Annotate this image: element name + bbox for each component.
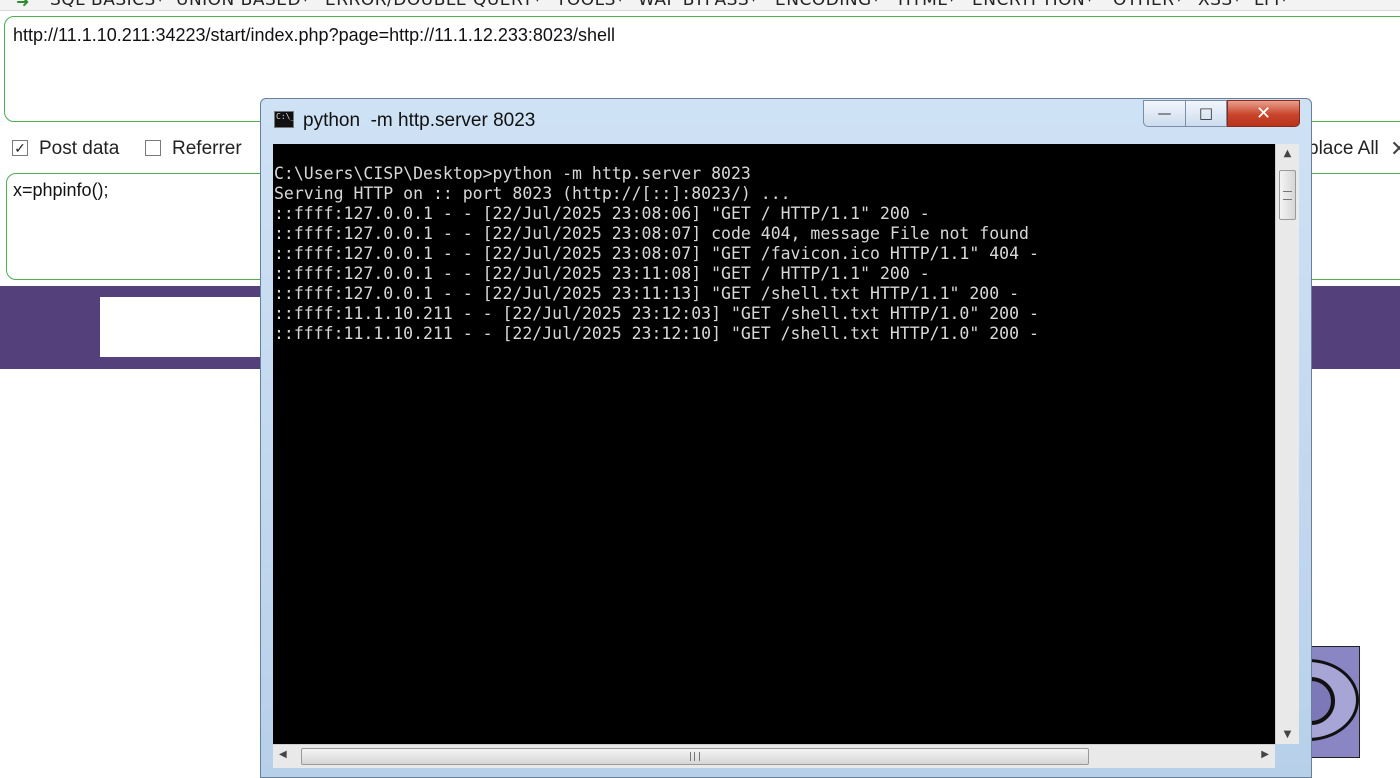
maximize-icon: □ [1198,104,1214,122]
menu-label: ENCRYPTION [972,0,1086,10]
scroll-right-arrow-icon[interactable]: ▶ [1261,749,1269,760]
post-data-checkbox[interactable]: ✓ [12,140,28,156]
console-line: ::ffff:127.0.0.1 - - [22/Jul/2025 23:08:… [274,204,930,223]
menu-label: XSS [1198,0,1233,10]
caret-icon: ▾ [617,0,623,5]
post-data-label[interactable]: Post data [39,138,119,160]
console-line: C:\Users\CISP\Desktop>python -m http.ser… [274,164,751,183]
menu-other[interactable]: OTHER ▾ [1113,0,1182,10]
console-output[interactable]: C:\Users\CISP\Desktop>python -m http.ser… [273,144,1275,744]
caret-icon: ▾ [1281,0,1287,5]
horizontal-scrollbar[interactable]: ◀ ▶ [273,744,1275,768]
caret-icon: ▾ [1087,0,1093,5]
vertical-scroll-thumb[interactable] [1279,170,1296,220]
caret-icon: ▾ [873,0,879,5]
caret-icon: ▾ [751,0,757,5]
menu-error-double-query[interactable]: ERROR/DOUBLE QUERY ▾ [325,0,540,10]
hackbar-menu: ➜ SQL BASICS ▾ UNION BASED ▾ ERROR/DOUBLE … [0,0,1400,11]
console-line: ::ffff:127.0.0.1 - - [22/Jul/2025 23:08:… [274,224,1029,243]
maximize-button[interactable]: □ [1185,100,1227,127]
scroll-left-arrow-icon[interactable]: ◀ [279,749,287,760]
minimize-button[interactable]: — [1143,100,1186,127]
menu-label: OTHER [1113,0,1175,10]
scroll-down-arrow-icon[interactable]: ▼ [1276,729,1299,740]
close-icon[interactable]: ✕ [1390,136,1400,162]
scroll-up-arrow-icon[interactable]: ▲ [1276,148,1299,159]
caret-icon: ▾ [1234,0,1240,5]
post-body-value: x=phpinfo(); [13,180,109,200]
horizontal-scroll-thumb[interactable] [301,748,1089,765]
referrer-checkbox[interactable] [145,140,161,156]
menu-tools[interactable]: TOOLS ▾ [556,0,623,10]
menu-label: SQL BASICS [50,0,156,10]
menu-xss[interactable]: XSS ▾ [1198,0,1240,10]
cmd-window: C:\_ python -m http.server 8023 — □ ✕ C:… [260,98,1312,778]
cmd-window-title: python -m http.server 8023 [303,110,536,131]
console-line: ::ffff:127.0.0.1 - - [22/Jul/2025 23:08:… [274,244,1039,263]
menu-waf-bypass[interactable]: WAF BYPASS ▾ [638,0,756,10]
menu-label: WAF BYPASS [638,0,750,10]
menu-label: HTML [898,0,948,10]
console-line: ::ffff:127.0.0.1 - - [22/Jul/2025 23:11:… [274,264,930,283]
menu-label: ENCODING [775,0,872,10]
menu-lfi[interactable]: LFI ▾ [1254,0,1287,10]
menu-label: TOOLS [556,0,616,10]
console-line: ::ffff:11.1.10.211 - - [22/Jul/2025 23:1… [274,304,1039,323]
cmd-icon: C:\_ [274,111,295,128]
console-line: ::ffff:127.0.0.1 - - [22/Jul/2025 23:11:… [274,284,1020,303]
menu-label: ERROR/DOUBLE QUERY [325,0,534,10]
console-line: ::ffff:11.1.10.211 - - [22/Jul/2025 23:1… [274,324,1039,343]
cmd-title-bar[interactable]: C:\_ python -m http.server 8023 — □ ✕ [261,99,1311,141]
url-value: http://11.1.10.211:34223/start/index.php… [13,25,615,45]
grip-icon [690,752,700,761]
minimize-icon: — [1157,106,1172,122]
grip-icon [1283,191,1292,200]
caret-icon: ▾ [949,0,955,5]
menu-encoding[interactable]: ENCODING ▾ [775,0,879,10]
menu-encryption[interactable]: ENCRYPTION ▾ [972,0,1092,10]
caret-icon: ▾ [1176,0,1182,5]
menu-html[interactable]: HTML ▾ [898,0,954,10]
close-button[interactable]: ✕ [1227,100,1300,127]
caret-icon: ▾ [535,0,541,5]
replace-all-button[interactable]: place All [1308,138,1379,160]
console-line: Serving HTTP on :: port 8023 (http://[::… [274,184,791,203]
green-arrow-icon[interactable]: ➜ [16,0,29,10]
close-icon: ✕ [1255,103,1272,124]
caret-icon: ▾ [303,0,309,5]
referrer-label[interactable]: Referrer [172,138,242,160]
caret-icon: ▾ [157,0,163,5]
menu-union-based[interactable]: UNION BASED ▾ [176,0,308,10]
menu-sql-basics[interactable]: SQL BASICS ▾ [50,0,163,10]
menu-label: UNION BASED [176,0,302,10]
vertical-scrollbar[interactable]: ▲ ▼ [1275,144,1299,744]
menu-label: LFI [1254,0,1280,10]
